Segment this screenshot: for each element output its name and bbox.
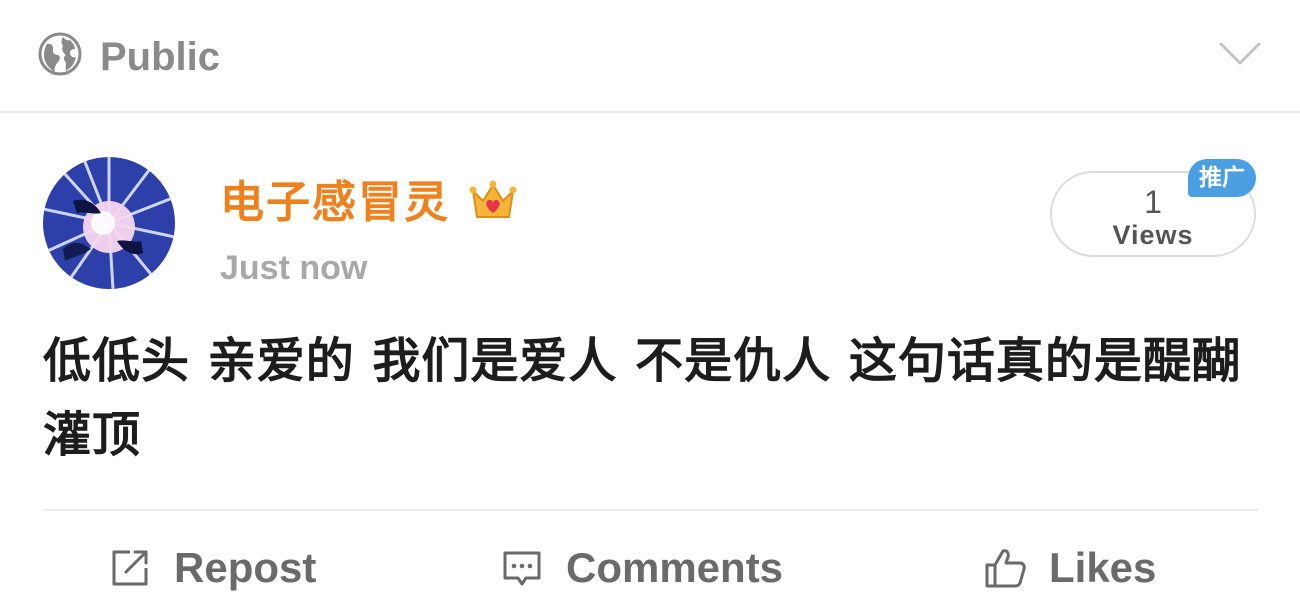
comment-icon	[503, 551, 541, 586]
chevron-down-icon[interactable]	[1218, 38, 1262, 68]
repost-button[interactable]: Repost	[108, 538, 316, 598]
comments-label: Comments	[566, 544, 784, 591]
divider	[43, 509, 1258, 511]
avatar[interactable]	[43, 157, 175, 289]
thumbs-up-icon	[985, 549, 1026, 588]
comments-button[interactable]: Comments	[500, 538, 783, 598]
promo-badge: 推广	[1188, 159, 1256, 197]
repost-icon	[112, 550, 148, 586]
repost-label: Repost	[174, 544, 317, 591]
likes-button[interactable]: Likes	[983, 538, 1156, 598]
globe-icon	[38, 32, 82, 76]
visibility-bar[interactable]: Public	[0, 0, 1300, 113]
author-name[interactable]: 电子感冒灵	[220, 175, 450, 231]
post-text: 低低头 亲爱的 我们是爱人 不是仇人 这句话真的是醍醐灌顶	[43, 333, 1241, 463]
visibility-label: Public	[100, 35, 221, 79]
likes-label: Likes	[1049, 544, 1157, 591]
crown-icon	[469, 180, 517, 218]
views-label: Views	[1112, 220, 1194, 250]
post-timestamp: Just now	[220, 249, 368, 287]
